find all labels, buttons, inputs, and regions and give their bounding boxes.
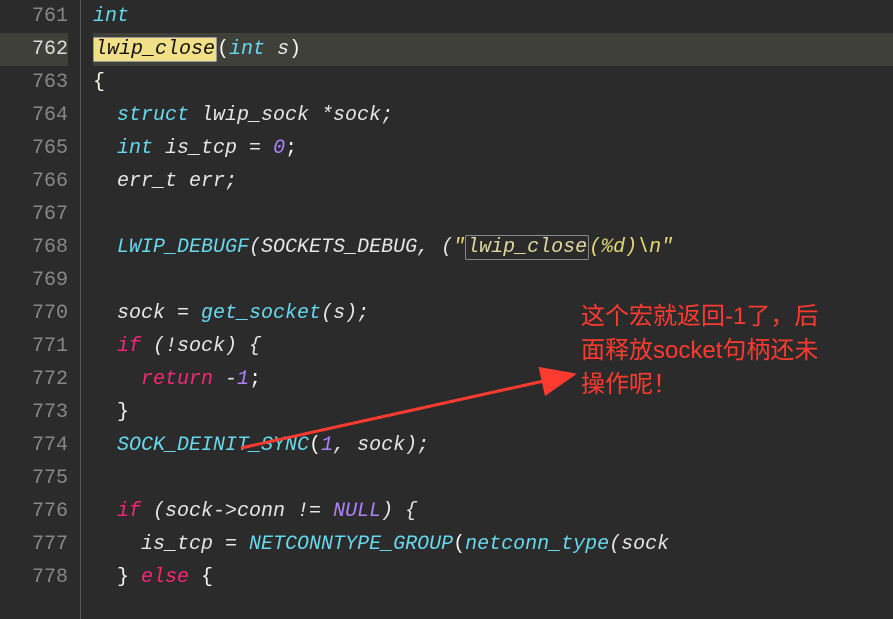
annotation-line: 操作呢！ <box>581 368 818 402</box>
code-line[interactable]: } else { <box>93 561 893 594</box>
line-number: 765 <box>0 132 68 165</box>
code-line[interactable] <box>93 462 893 495</box>
code-line[interactable]: int is_tcp = 0; <box>93 132 893 165</box>
line-number: 777 <box>0 528 68 561</box>
code-line[interactable] <box>93 264 893 297</box>
code-line[interactable]: LWIP_DEBUGF(SOCKETS_DEBUG, ("lwip_close(… <box>93 231 893 264</box>
code-line[interactable]: err_t err; <box>93 165 893 198</box>
line-number: 769 <box>0 264 68 297</box>
line-number: 775 <box>0 462 68 495</box>
annotation-text: 这个宏就返回-1了，后 面释放socket句柄还未 操作呢！ <box>581 300 818 402</box>
code-line[interactable]: is_tcp = NETCONNTYPE_GROUP(netconn_type(… <box>93 528 893 561</box>
line-number: 763 <box>0 66 68 99</box>
line-number: 773 <box>0 396 68 429</box>
line-number: 770 <box>0 297 68 330</box>
highlighted-symbol: lwip_close <box>93 37 217 62</box>
line-number: 767 <box>0 198 68 231</box>
highlighted-symbol: lwip_close <box>465 235 589 260</box>
annotation-line: 面释放socket句柄还未 <box>581 334 818 368</box>
line-number: 761 <box>0 0 68 33</box>
annotation-line: 这个宏就返回-1了，后 <box>581 300 818 334</box>
line-number: 778 <box>0 561 68 594</box>
code-line[interactable] <box>93 198 893 231</box>
line-number: 764 <box>0 99 68 132</box>
line-gutter: 761 762 763 764 765 766 767 768 769 770 … <box>0 0 80 619</box>
line-number: 774 <box>0 429 68 462</box>
line-number: 768 <box>0 231 68 264</box>
code-line[interactable]: { <box>93 66 893 99</box>
line-number: 771 <box>0 330 68 363</box>
code-line[interactable]: lwip_close(int s) <box>93 33 893 66</box>
line-number: 772 <box>0 363 68 396</box>
code-line[interactable]: SOCK_DEINIT_SYNC(1, sock); <box>93 429 893 462</box>
code-line[interactable]: if (sock->conn != NULL) { <box>93 495 893 528</box>
code-line[interactable]: int <box>93 0 893 33</box>
code-editor[interactable]: 761 762 763 764 765 766 767 768 769 770 … <box>0 0 893 619</box>
code-line[interactable]: struct lwip_sock *sock; <box>93 99 893 132</box>
line-number: 776 <box>0 495 68 528</box>
line-number: 766 <box>0 165 68 198</box>
code-area[interactable]: int lwip_close(int s) { struct lwip_sock… <box>80 0 893 619</box>
line-number: 762 <box>0 33 68 66</box>
keyword: int <box>93 5 129 28</box>
